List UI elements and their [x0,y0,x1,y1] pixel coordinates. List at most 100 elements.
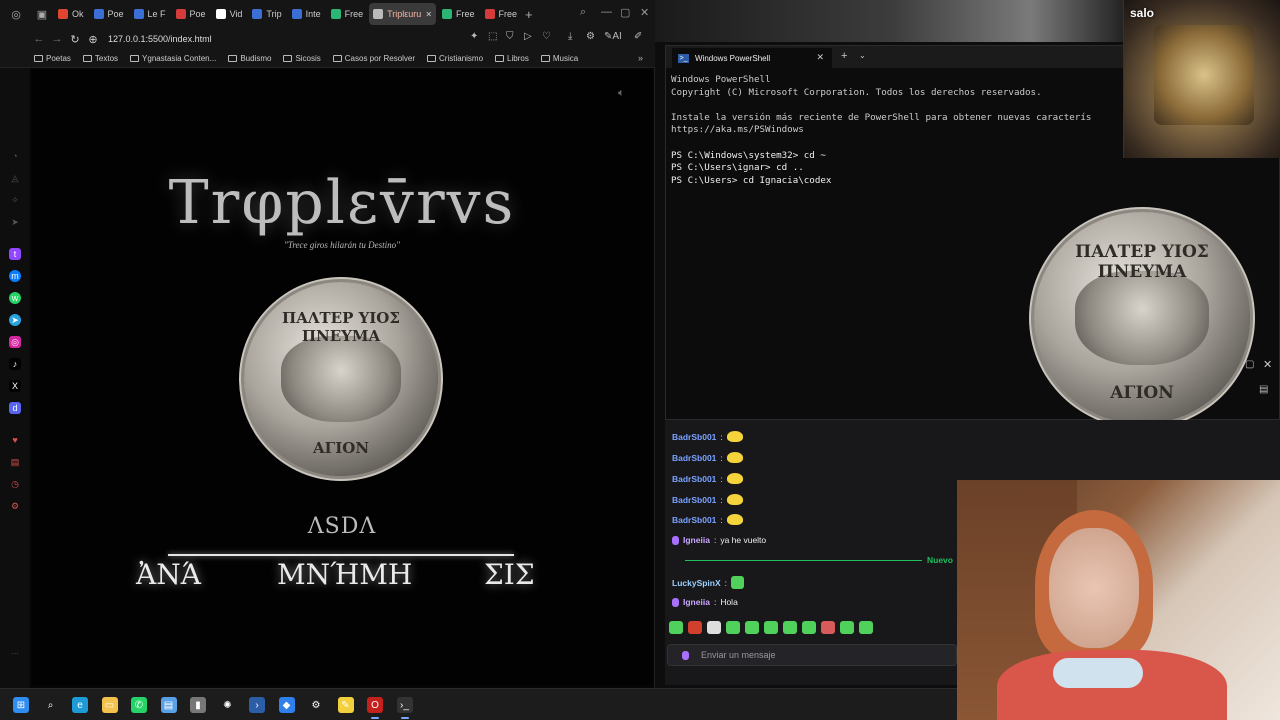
opera-taskbar-icon[interactable]: O [367,697,383,719]
heart-sidebar-icon[interactable]: ♥ [9,434,21,446]
browser-tab[interactable]: Free [327,3,368,25]
search-taskbar-icon[interactable]: ⌕ [42,697,59,713]
twitch-icon[interactable]: t [9,248,21,260]
emote-picker-icon[interactable] [688,621,702,634]
chat-username[interactable]: Igneiia [683,597,710,607]
new-tab-button[interactable]: + [525,7,533,22]
minimize-button[interactable]: — [601,6,612,18]
bookmark-item[interactable]: Textos [82,54,118,63]
whatsapp-icon[interactable]: w [9,292,21,304]
powershell-taskbar-icon[interactable]: › [249,697,265,713]
browser-tab[interactable]: Trip [248,3,285,25]
maximize-button[interactable]: ▢ [1245,359,1254,370]
bag-icon[interactable]: ◬ [9,172,21,184]
emote-picker-icon[interactable] [840,621,854,634]
telegram-icon[interactable]: ➤ [9,314,21,326]
shield-icon[interactable]: ⛉ [506,31,514,42]
search-tabs-icon[interactable]: ⌕ [580,6,586,19]
new-terminal-tab-button[interactable]: + [841,50,847,62]
emote-picker-icon[interactable] [764,621,778,634]
bookmark-item[interactable]: Poetas [34,54,71,63]
emote-picker-icon[interactable] [783,621,797,634]
powershell-tab[interactable]: >_ Windows PowerShell ✕ [672,48,832,68]
chat-username[interactable]: Igneiia [683,535,710,545]
browser-tab[interactable]: Triplεuru ✕ [369,3,437,25]
discord-icon[interactable]: d [9,402,21,414]
browser-menu-icon[interactable]: ◎ [6,4,26,24]
heart-icon[interactable]: ♡ [542,31,551,42]
extension-icon[interactable]: ✧ [9,194,21,206]
emote-picker-icon[interactable] [745,621,759,634]
whatsapp-taskbar-icon[interactable]: ✆ [131,697,147,713]
edge-taskbar-icon[interactable]: e [72,697,88,713]
scroll-icon[interactable]: ▤ [1259,384,1268,395]
terminal-output[interactable]: Windows PowerShell Copyright (C) Microsof… [671,74,1121,187]
bookmark-item[interactable]: Libros [495,54,529,63]
close-tab-icon[interactable]: ✕ [425,10,432,19]
close-tab-icon[interactable]: ✕ [816,52,824,63]
browser-tab[interactable]: Inte [288,3,325,25]
bookmark-item[interactable]: Cristianismo [427,54,483,63]
forward-icon[interactable]: → [48,33,66,45]
chat-username[interactable]: BadrSb001 [672,495,716,505]
maximize-button[interactable]: ▢ [620,6,630,19]
browser-tab[interactable]: Free [438,3,479,25]
emote-picker-icon[interactable] [726,621,740,634]
ai-button[interactable]: ✎AI [604,31,622,42]
reader-icon[interactable]: ▤ [9,456,21,468]
explorer-taskbar-icon[interactable]: ▭ [101,697,118,713]
coin-image[interactable]: ΠΑΛΤΕΡ ΥΙΟΣ ΠΝΕΥΜΑ ΑΓΙΟΝ [244,282,438,476]
chat-username[interactable]: BadrSb001 [672,474,716,484]
bookmark-item[interactable]: Casos por Resolver [332,54,415,63]
chat-username[interactable]: LuckySpinX [672,578,721,588]
chat-input-box[interactable] [667,644,957,666]
notepad-taskbar-icon[interactable]: ▤ [160,697,177,713]
reload-icon[interactable]: ↻ [66,33,84,46]
emote-picker-icon[interactable] [821,621,835,634]
clock-icon[interactable]: ◷ [9,478,21,490]
close-button[interactable]: ✕ [1263,358,1272,371]
emote-picker-icon[interactable] [802,621,816,634]
chat-username[interactable]: BadrSb001 [672,515,716,525]
emote-picker-icon[interactable] [669,621,683,634]
chat-username[interactable]: BadrSb001 [672,453,716,463]
more-sidebar-icon[interactable]: ⋯ [9,648,21,660]
volume-icon[interactable]: 🔈︎ [618,87,625,100]
chatgpt-taskbar-icon[interactable]: ✺ [219,697,236,713]
browser-tab[interactable]: Free [481,3,522,25]
mic-icon[interactable] [682,650,689,660]
word-right[interactable]: ΣΙΣ [484,558,535,591]
messenger-icon[interactable]: m [9,270,21,282]
browser-tab[interactable]: Poe [172,3,210,25]
gear-sidebar-icon[interactable]: ⚙ [9,500,21,512]
more-bookmarks-icon[interactable]: » [638,53,643,63]
browser-tab[interactable]: Le F [130,3,170,25]
download-icon[interactable]: ⤓ [568,31,572,42]
emote-picker-icon[interactable] [707,621,721,634]
tab-actions-icon[interactable]: ▣ [32,4,52,24]
bookmark-item[interactable]: Sicosis [283,54,321,63]
terminal-taskbar-icon[interactable]: ›_ [396,697,413,719]
vscode-taskbar-icon[interactable]: ◆ [278,697,295,713]
close-button[interactable]: ✕ [640,6,649,19]
bookmark-item[interactable]: Budismo [228,54,271,63]
chevron-down-icon[interactable]: ⌄ [859,51,866,60]
arrow-icon[interactable]: ➤ [9,216,21,228]
word-center[interactable]: ΜΝΉΜΗ [277,558,412,591]
tool-taskbar-icon[interactable]: ⚙ [308,697,324,713]
tiktok-icon[interactable]: ♪ [9,358,21,370]
screenshot-icon[interactable]: ⬚ [488,31,497,42]
url-field[interactable]: 127.0.0.1:5500/index.html [108,34,212,44]
instagram-icon[interactable]: ◎ [9,336,21,348]
x-icon[interactable]: X [9,380,21,392]
chat-input[interactable] [701,650,941,660]
bookmark-item[interactable]: Ygnastasia Conten... [130,54,216,63]
back-icon[interactable]: ← [30,33,48,45]
browser-tab[interactable]: Poe [90,3,128,25]
play-icon[interactable]: ▷ [524,31,532,42]
site-info-icon[interactable]: ⊕ [84,33,102,46]
start-taskbar-icon[interactable]: ⊞ [13,697,29,713]
usb-taskbar-icon[interactable]: ▮ [190,697,206,713]
settings-icon[interactable]: ⚙ [586,31,595,42]
browser-tab[interactable]: Vid [212,3,247,25]
